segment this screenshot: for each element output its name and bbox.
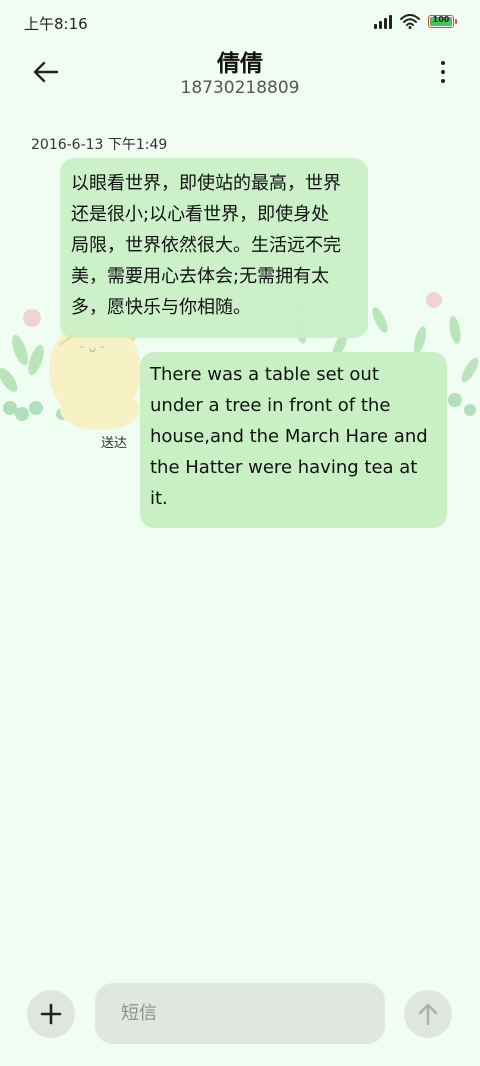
delivery-status: 送达	[101, 436, 128, 451]
message-line: under a tree in front of the	[150, 395, 391, 416]
sms-input[interactable]	[95, 983, 385, 1044]
contact-name: 倩倩	[217, 51, 263, 77]
add-attachment-button[interactable]	[27, 990, 75, 1038]
signal-icon	[374, 14, 392, 29]
message-timestamp: 2016-6-13 下午1:49	[31, 137, 168, 153]
message-line: 局限，世界依然很大。生活远不完	[71, 235, 341, 256]
arrow-up-icon	[418, 1003, 438, 1026]
wifi-icon	[400, 14, 420, 29]
battery-text: 100	[432, 15, 450, 24]
svg-text:ᵕ ᴗ ᵕ: ᵕ ᴗ ᵕ	[80, 341, 105, 355]
more-vertical-icon	[441, 61, 445, 65]
message-line: There was a table set out	[150, 364, 379, 385]
battery-icon: 100	[428, 15, 457, 28]
message-line: it.	[150, 488, 168, 509]
message-bubble-sent[interactable]: There was a table set out under a tree i…	[140, 352, 447, 528]
contact-number: 18730218809	[180, 78, 300, 98]
message-line: 还是很小;以心看世界，即使身处	[71, 204, 330, 225]
more-options-button[interactable]	[432, 52, 454, 92]
plus-icon	[40, 1003, 62, 1025]
message-line: the Hatter were having tea at	[150, 457, 418, 478]
message-composer	[0, 980, 480, 1050]
status-bar: 上午8:16 100	[0, 0, 480, 44]
sms-input-container	[95, 983, 385, 1044]
message-line: 美，需要用心去体会;无需拥有太	[71, 266, 330, 287]
message-bubble-received[interactable]: 以眼看世界，即使站的最高，世界 还是很小;以心看世界，即使身处 局限，世界依然很…	[60, 158, 368, 338]
send-button[interactable]	[404, 990, 452, 1038]
status-time: 上午8:16	[24, 15, 88, 33]
message-line: house,and the March Hare and	[150, 426, 428, 447]
messages-screen: 上午8:16 100 倩倩 18730218809 2016-6-13 下午1:…	[0, 0, 480, 1066]
message-line: 以眼看世界，即使站的最高，世界	[71, 173, 341, 194]
message-line: 多，愿快乐与你相随。	[71, 297, 251, 318]
status-icons: 100	[374, 14, 457, 29]
